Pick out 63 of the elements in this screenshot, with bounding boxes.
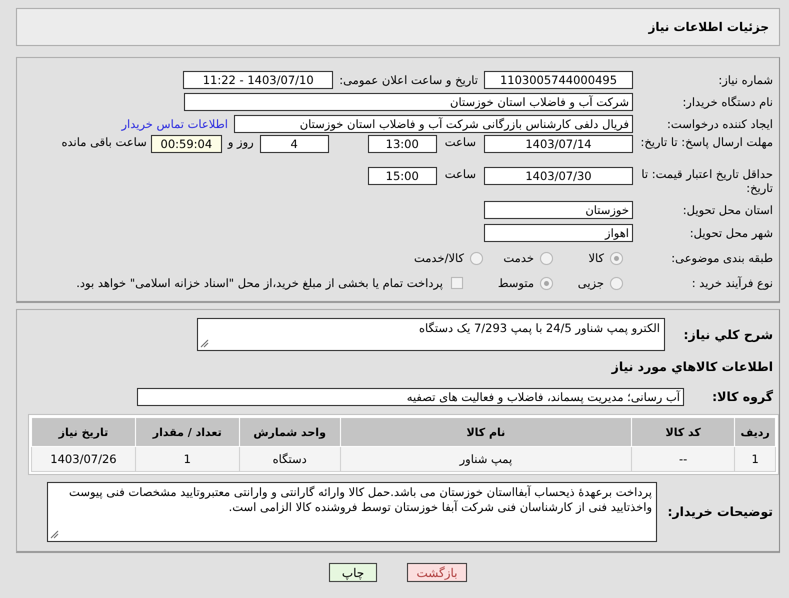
radio-label: کالا/خدمت (414, 251, 464, 265)
table-cell: -- (632, 446, 735, 472)
back-button[interactable]: بازگشت (407, 563, 467, 582)
province-field: خوزستان (484, 201, 633, 219)
notes-field: پرداخت برعهدۀ ذیحساب آبفااستان خوزستان می باشد.حمل کالا وارائه گارانتی و وارانتی معتبروتایید مشخصات فنی پیوست واخذتایید فنی از کارشناسان فنی شرکت آبفا خوزستان توسط فروشنده کالا الزامی است. (47, 482, 657, 542)
radio-label: متوسط (498, 276, 534, 290)
field-label: نام دستگاه خریدار: (681, 95, 774, 109)
field-label: طبقه بندی موضوعی: (670, 251, 774, 265)
validity-time-field: 15:00 (368, 167, 437, 185)
resize-grip-icon (200, 339, 209, 348)
deadline-date-field: 1403/07/14 (484, 135, 633, 153)
radio-label: خدمت (503, 251, 534, 265)
deadline-time-field: 13:00 (368, 135, 437, 153)
field-label: تاریخ و ساعت اعلان عمومی: (339, 73, 478, 87)
checkbox-label: پرداخت تمام یا بخشی از مبلغ خرید،از محل "اسناد خزانه اسلامی" خواهد بود. (76, 276, 443, 290)
goods-group-field: آب رسانی؛ مدیریت پسماند، فاضلاب و فعالیت های تصفیه (137, 388, 684, 406)
table-cell: پمپ شناور (340, 446, 632, 472)
resize-grip-icon (50, 530, 59, 539)
column-header: کد کالا (632, 418, 735, 446)
contact-link[interactable]: اطلاعات تماس خریدار (121, 117, 228, 131)
field-label: توضیحات خریدار: (666, 505, 774, 519)
time-label: ساعت (444, 135, 476, 149)
table-cell: 1403/07/26 (32, 446, 136, 472)
field-label: نوع فرآیند خرید : (690, 276, 774, 290)
field-label: استان محل تحویل: (682, 203, 774, 217)
creator-field: فریال دلفی کارشناس بازرگانی شرکت آب و فاضلاب استان خوزستان (234, 115, 633, 133)
page-title: جزئیات اطلاعات نیاز (648, 20, 769, 34)
radio-button[interactable] (540, 276, 553, 290)
checkbox[interactable] (451, 277, 463, 289)
print-button[interactable]: چاپ (329, 563, 377, 582)
column-header: نام کالا (340, 418, 632, 446)
city-field: اهواز (484, 224, 633, 242)
radio-button[interactable] (540, 252, 553, 264)
days-field: 4 (260, 135, 329, 153)
field-label: حداقل تاریخ اعتبار قیمت: تا تاریخ: (640, 167, 774, 195)
days-label: روز و (228, 135, 254, 149)
buyer-field: شرکت آب و فاضلاب استان خوزستان (184, 93, 633, 111)
column-header: ردیف (734, 418, 776, 446)
section-heading: اطلاعات کالاهاي مورد نیاز (612, 358, 774, 374)
table-cell: 1 (734, 446, 776, 472)
radio-label: کالا (588, 251, 604, 265)
field-label: شرح کلي نیاز: (682, 326, 774, 342)
radio-label: جزیی (578, 276, 604, 290)
validity-date-field: 1403/07/30 (484, 167, 633, 185)
column-header: واحد شمارش (239, 418, 340, 446)
remaining-time-field: 00:59:04 (150, 135, 222, 153)
field-label: ایجاد کننده درخواست: (666, 117, 774, 131)
column-header: تاریخ نیاز (32, 418, 136, 446)
field-label: شهر محل تحویل: (688, 226, 774, 240)
field-label: شماره نیاز: (717, 73, 774, 87)
time-label: ساعت (444, 167, 476, 181)
table-cell: دستگاه (239, 446, 340, 472)
column-header: تعداد / مقدار (135, 418, 240, 446)
field-label: مهلت ارسال پاسخ: تا تاریخ: (639, 135, 774, 149)
announce-date-field: 1403/07/10 - 11:22 (183, 71, 334, 89)
field-label: گروه کالا: (711, 390, 774, 404)
summary-field: الکترو پمپ شناور 24/5 با پمپ 7/293 یک دستگاه (197, 318, 665, 351)
remaining-label: ساعت باقی مانده (62, 135, 147, 149)
radio-button[interactable] (470, 252, 483, 264)
table-cell: 1 (135, 446, 240, 472)
need-number-field: 1103005744000495 (484, 71, 633, 89)
radio-button[interactable] (610, 276, 623, 290)
radio-button[interactable] (610, 252, 623, 264)
